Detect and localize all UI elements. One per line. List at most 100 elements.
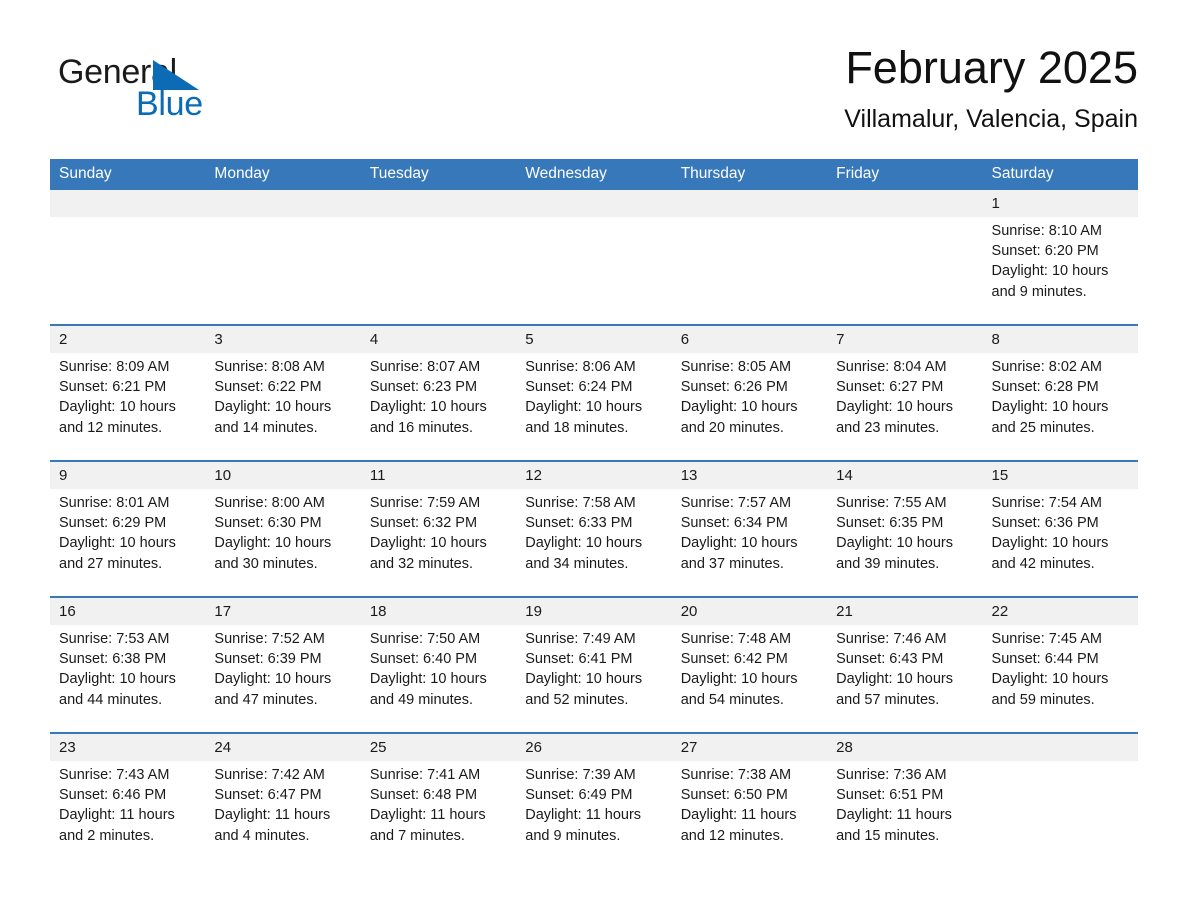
day-number: 19 [516,598,672,625]
calendar-day-cell[interactable]: 5 Sunrise: 8:06 AM Sunset: 6:24 PM Daylight… [516,326,672,460]
sunrise-text: Sunrise: 7:59 AM [369,495,481,511]
calendar-day-cell[interactable]: 16 Sunrise: 7:53 AM Sunset: 6:38 PM Dayligh… [50,598,206,732]
day-number: 1 [982,190,1138,217]
sunrise-text: Sunrise: 7:39 AM [525,767,636,783]
general-blue-logo[interactable]: General Blue [58,52,358,132]
day-number: 8 [982,326,1138,353]
day-number [50,190,206,217]
day-sun-info: Sunrise: 8:10 AM Sunset: 6:20 PM Daylight:… [983,217,1138,302]
weekday-header-tuesday: Tuesday [369,165,429,182]
calendar-day-cell[interactable]: 28 Sunrise: 7:36 AM Sunset: 6:51 PM Dayligh… [827,734,983,868]
sunset-text: Sunset: 6:34 PM [680,515,788,532]
day-number: 28 [827,734,983,761]
daylight-text: Daylight: 11 hours and 2 minutes. [59,807,175,844]
day-sun-info: Sunrise: 7:55 AM Sunset: 6:35 PM Daylight:… [827,489,982,574]
daylight-text: Daylight: 11 hours and 4 minutes. [214,807,331,844]
page-title: February 2025 [845,42,1138,93]
day-sun-info: Sunrise: 7:59 AM Sunset: 6:32 PM Daylight:… [361,489,516,574]
day-number: 15 [982,462,1138,489]
weekday-header-wednesday: Wednesday [525,165,607,182]
day-number: 17 [205,598,361,625]
daylight-text: Daylight: 10 hours and 14 minutes. [214,399,332,436]
day-number [827,190,983,217]
sunset-text: Sunset: 6:42 PM [680,651,788,668]
calendar-day-cell[interactable]: 20 Sunrise: 7:48 AM Sunset: 6:42 PM Dayligh… [671,598,828,732]
calendar-day-cell[interactable]: 25 Sunrise: 7:41 AM Sunset: 6:48 PM Dayligh… [360,734,517,868]
day-number: 3 [205,326,361,353]
calendar-day-cell[interactable]: 2 Sunrise: 8:09 AM Sunset: 6:21 PM Daylight… [50,326,206,460]
sunset-text: Sunset: 6:36 PM [991,515,1099,532]
daylight-text: Daylight: 10 hours and 39 minutes. [836,535,953,572]
sunrise-text: Sunrise: 8:02 AM [991,359,1102,375]
calendar-day-cell[interactable]: 27 Sunrise: 7:38 AM Sunset: 6:50 PM Dayligh… [671,734,828,868]
sunrise-text: Sunrise: 8:06 AM [525,359,636,375]
day-number [671,190,828,217]
day-sun-info: Sunrise: 7:57 AM Sunset: 6:34 PM Daylight:… [672,489,827,574]
calendar-day-cell[interactable]: 12 Sunrise: 7:58 AM Sunset: 6:33 PM Dayligh… [516,462,672,596]
day-number [516,190,672,217]
calendar-day-cell[interactable]: 21 Sunrise: 7:46 AM Sunset: 6:43 PM Dayligh… [827,598,983,732]
sunrise-text: Sunrise: 7:55 AM [836,495,947,511]
calendar-week-row: 9 Sunrise: 8:01 AM Sunset: 6:29 PM Daylight… [50,460,1138,596]
sunset-text: Sunset: 6:20 PM [991,243,1099,260]
sunset-text: Sunset: 6:51 PM [836,787,944,804]
day-number: 10 [205,462,361,489]
sunset-text: Sunset: 6:49 PM [525,787,633,804]
sunset-text: Sunset: 6:32 PM [369,515,478,532]
daylight-text: Daylight: 10 hours and 30 minutes. [214,535,332,572]
day-sun-info: Sunrise: 8:00 AM Sunset: 6:30 PM Daylight:… [205,489,360,574]
calendar-day-cell[interactable]: 13 Sunrise: 7:57 AM Sunset: 6:34 PM Dayligh… [671,462,828,596]
calendar-day-cell-empty [360,190,517,324]
calendar-day-cell[interactable]: 1 Sunrise: 8:10 AM Sunset: 6:20 PM Daylight… [982,190,1138,324]
sunrise-text: Sunrise: 7:53 AM [59,631,170,647]
day-number: 23 [50,734,206,761]
day-sun-info: Sunrise: 7:58 AM Sunset: 6:33 PM Daylight:… [516,489,671,574]
sunrise-text: Sunrise: 7:57 AM [680,495,792,511]
calendar-day-cell[interactable]: 6 Sunrise: 8:05 AM Sunset: 6:26 PM Daylight… [671,326,828,460]
calendar-day-cell[interactable]: 10 Sunrise: 8:00 AM Sunset: 6:30 PM Dayligh… [205,462,361,596]
day-sun-info: Sunrise: 7:43 AM Sunset: 6:46 PM Daylight:… [50,761,205,846]
daylight-text: Daylight: 10 hours and 25 minutes. [991,399,1109,436]
sunset-text: Sunset: 6:26 PM [680,379,788,396]
sunrise-text: Sunrise: 7:48 AM [680,631,792,647]
calendar-day-cell[interactable]: 17 Sunrise: 7:52 AM Sunset: 6:39 PM Dayligh… [205,598,361,732]
calendar-day-cell[interactable]: 24 Sunrise: 7:42 AM Sunset: 6:47 PM Dayligh… [205,734,361,868]
day-sun-info: Sunrise: 7:38 AM Sunset: 6:50 PM Daylight:… [672,761,827,846]
calendar-page: General Blue February 2025 Villamalur, V… [0,0,1188,918]
calendar-week-row: 2 Sunrise: 8:09 AM Sunset: 6:21 PM Daylight… [50,324,1138,460]
day-number: 12 [516,462,672,489]
calendar-day-cell[interactable]: 7 Sunrise: 8:04 AM Sunset: 6:27 PM Daylight… [827,326,983,460]
location-subtitle: Villamalur, Valencia, Spain [844,105,1138,133]
calendar-day-cell-empty [982,734,1138,868]
calendar-grid: Sunday Monday Tuesday Wednesday Thursday… [50,159,1138,868]
calendar-day-cell[interactable]: 11 Sunrise: 7:59 AM Sunset: 6:32 PM Dayligh… [360,462,517,596]
calendar-day-cell[interactable]: 9 Sunrise: 8:01 AM Sunset: 6:29 PM Daylight… [50,462,206,596]
weekday-header-sunday: Sunday [59,165,112,182]
sunset-text: Sunset: 6:41 PM [525,651,633,668]
daylight-text: Daylight: 10 hours and 12 minutes. [59,399,176,436]
calendar-day-cell[interactable]: 15 Sunrise: 7:54 AM Sunset: 6:36 PM Dayligh… [982,462,1138,596]
sunrise-text: Sunrise: 7:46 AM [836,631,947,647]
calendar-day-cell[interactable]: 4 Sunrise: 8:07 AM Sunset: 6:23 PM Daylight… [360,326,517,460]
calendar-day-cell[interactable]: 23 Sunrise: 7:43 AM Sunset: 6:46 PM Dayligh… [50,734,206,868]
sunset-text: Sunset: 6:39 PM [214,651,322,668]
sunrise-text: Sunrise: 8:07 AM [369,359,481,375]
calendar-day-cell[interactable]: 19 Sunrise: 7:49 AM Sunset: 6:41 PM Dayligh… [516,598,672,732]
calendar-day-cell-empty [205,190,361,324]
sunrise-text: Sunrise: 7:50 AM [369,631,481,647]
sunrise-text: Sunrise: 7:42 AM [214,767,325,783]
day-number: 5 [516,326,672,353]
calendar-day-cell[interactable]: 14 Sunrise: 7:55 AM Sunset: 6:35 PM Dayligh… [827,462,983,596]
day-number: 7 [827,326,983,353]
sunset-text: Sunset: 6:21 PM [59,379,167,396]
calendar-day-cell[interactable]: 22 Sunrise: 7:45 AM Sunset: 6:44 PM Dayligh… [982,598,1138,732]
calendar-day-cell[interactable]: 3 Sunrise: 8:08 AM Sunset: 6:22 PM Daylight… [205,326,361,460]
day-sun-info: Sunrise: 8:07 AM Sunset: 6:23 PM Daylight:… [361,353,516,438]
day-number: 26 [516,734,672,761]
calendar-day-cell[interactable]: 26 Sunrise: 7:39 AM Sunset: 6:49 PM Dayligh… [516,734,672,868]
sunset-text: Sunset: 6:43 PM [836,651,944,668]
calendar-day-cell[interactable]: 8 Sunrise: 8:02 AM Sunset: 6:28 PM Daylight… [982,326,1138,460]
calendar-day-cell[interactable]: 18 Sunrise: 7:50 AM Sunset: 6:40 PM Dayligh… [360,598,517,732]
day-number: 2 [50,326,206,353]
day-sun-info: Sunrise: 8:01 AM Sunset: 6:29 PM Daylight:… [50,489,205,574]
